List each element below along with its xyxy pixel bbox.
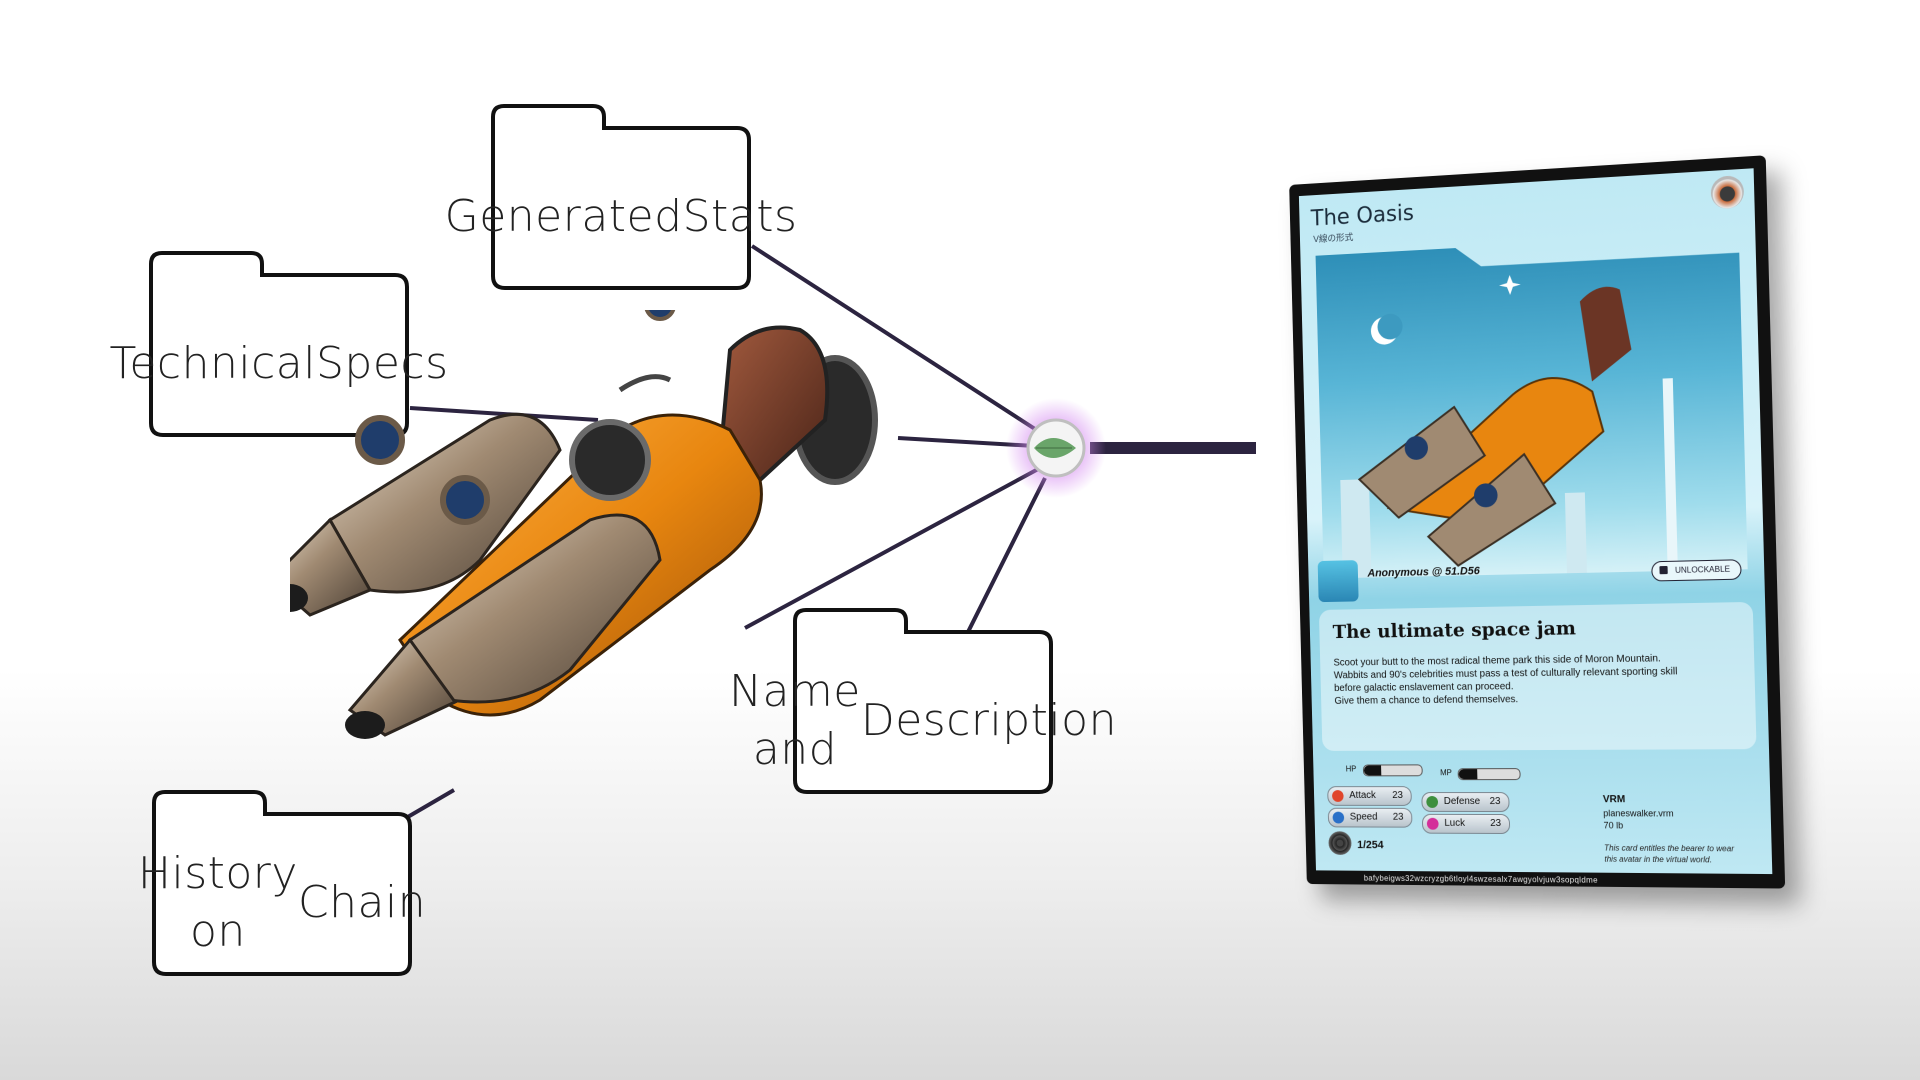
mp-label: MP [1440, 768, 1452, 777]
owner-name: Anonymous @ 51.D56 [1367, 565, 1480, 579]
folder-label: History on Chain [151, 841, 413, 965]
folder-label: Generated Stats [490, 155, 752, 279]
edition-icon [1328, 831, 1351, 855]
folder-history-chain: History on Chain [151, 789, 413, 977]
card-title: The Oasis [1311, 201, 1415, 232]
attack-icon [1332, 790, 1344, 802]
card-subtitle: V線の形式 [1313, 230, 1353, 245]
unlockable-badge[interactable]: UNLOCKABLE [1651, 559, 1741, 581]
defense-icon [1426, 796, 1438, 808]
lock-icon [1660, 566, 1668, 574]
card-art-scene [1316, 232, 1748, 578]
mp-fill [1459, 769, 1477, 779]
hp-bar [1363, 764, 1423, 776]
speed-icon [1333, 812, 1345, 824]
description-title: The ultimate space jam [1332, 617, 1576, 643]
hp-label: HP [1346, 765, 1357, 774]
hover-vehicle-illustration [290, 310, 910, 780]
front-wheel [572, 422, 648, 498]
vrm-file: planeswalker.vrm [1603, 808, 1674, 818]
mp-bar [1458, 768, 1521, 780]
card-art [1316, 232, 1748, 578]
vrm-title: VRM [1603, 794, 1626, 805]
avatar-card[interactable]: The Oasis V線の形式 Anonymous @ 51.D56 UNLOC… [1289, 155, 1785, 888]
stat-attack: Attack 23 [1327, 786, 1412, 806]
stat-defense: Defense 23 [1421, 792, 1509, 812]
porthole [443, 478, 487, 522]
stat-speed: Speed 23 [1328, 808, 1413, 828]
creator-avatar-icon [1710, 175, 1744, 210]
hp-fill [1364, 765, 1382, 775]
edition-number: 1/254 [1357, 839, 1384, 851]
handle-arm [620, 377, 670, 390]
luck-icon [1427, 818, 1439, 830]
folder-generated-stats: Generated Stats [490, 103, 752, 291]
vrm-size: 70 lb [1603, 820, 1623, 830]
stat-luck: Luck 23 [1422, 814, 1510, 834]
porthole [646, 310, 674, 319]
line-history-chain [406, 790, 454, 818]
card-inner: The Oasis V線の形式 Anonymous @ 51.D56 UNLOC… [1299, 168, 1772, 874]
owner-avatar [1318, 560, 1359, 602]
porthole [358, 418, 402, 462]
vrm-note: This card entitles the bearer to wear th… [1604, 842, 1747, 865]
description-body: Scoot your butt to the most radical them… [1333, 651, 1730, 707]
